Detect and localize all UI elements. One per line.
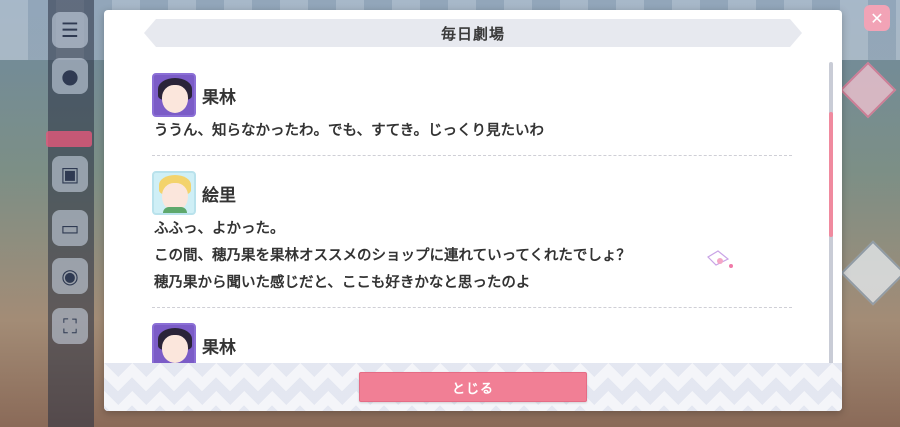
story-log-dialog: 毎日劇場 果林 ううん、知らなかったわ。でも、すてき。じっくり見たいわ 絵里 ふ… [104,10,842,411]
karin-avatar [152,73,196,117]
right-background-decoration: ✕ [839,0,900,427]
mascot-icon[interactable]: ◉ [52,258,88,294]
dialogue-line: 穂乃果から聞いた感じだと、ここも好きかなと思ったのよ [154,275,531,291]
dialogue-line: ふふっ、よかった。 [154,221,285,237]
dialogue-entry: 果林 ううん、知らなかったわ。でも、すてき。じっくり見たいわ [152,72,792,156]
dialogue-line: ううん、知らなかったわ。でも、すてき。じっくり見たいわ [154,123,545,139]
dialogue-line: この間、穂乃果を果林オススメのショップに連れていってくれたでしょ？ [154,248,631,264]
dialogue-log[interactable]: 果林 ううん、知らなかったわ。でも、すてき。じっくり見たいわ 絵里 ふふっ、よか… [152,72,792,370]
fullscreen-icon[interactable]: ⛶ [52,308,88,344]
karin-avatar [152,323,196,367]
point-badge [46,131,92,147]
close-button-label: とじる [451,381,494,397]
scroll-thumb[interactable] [829,112,833,237]
menu-icon[interactable]: ☰ [52,12,88,48]
speaker-row: 果林 [152,72,792,118]
dialog-header: 毎日劇場 [144,19,802,47]
eli-avatar [152,171,196,215]
speaker-row: 絵里 [152,170,792,216]
scrollbar[interactable] [829,62,833,370]
top-close-icon[interactable]: ✕ [864,5,890,31]
shop-sign-decoration [840,240,900,306]
dialog-title: 毎日劇場 [440,24,505,43]
speaker-row: 果林 [152,322,792,368]
dialogue-entry: 絵里 ふふっ、よかった。 この間、穂乃果を果林オススメのショップに連れていってく… [152,170,792,308]
close-button[interactable]: とじる [359,372,587,402]
chat-icon[interactable]: ● [52,58,88,94]
gift-icon[interactable]: ▣ [52,156,88,192]
speaker-name: 果林 [202,337,236,358]
monitor-icon[interactable]: ▭ [52,210,88,246]
speaker-name: 絵里 [202,185,236,206]
speaker-name: 果林 [202,87,236,108]
sparkle-icon [707,250,733,268]
sign-decoration [839,61,897,119]
